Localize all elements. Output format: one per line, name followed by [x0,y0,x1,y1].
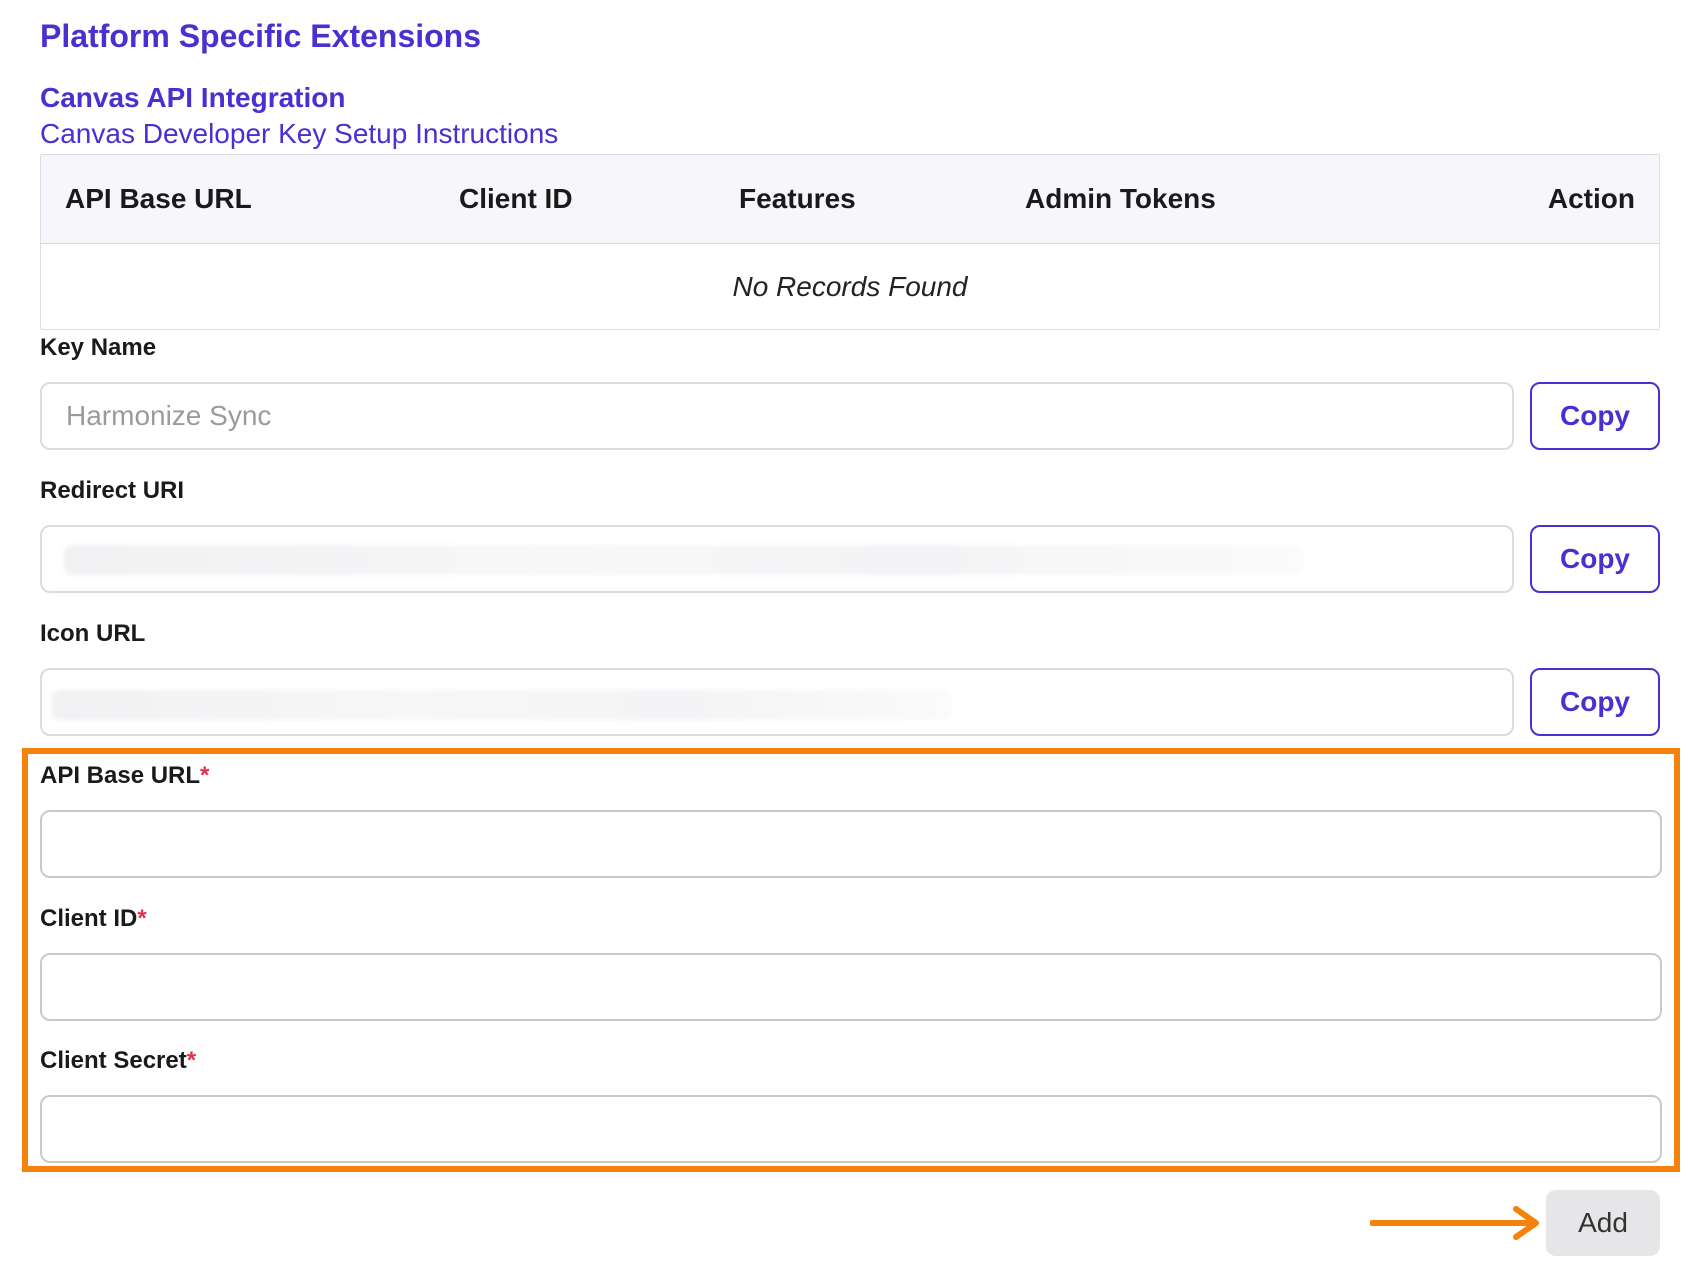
icon-url-label: Icon URL [40,620,146,647]
icon-url-input[interactable] [40,668,1514,736]
key-name-label: Key Name [40,334,157,361]
redacted-value [64,545,1304,575]
empty-state-message: No Records Found [732,271,968,302]
redacted-value [52,690,952,720]
column-header-action: Action [1547,183,1635,214]
copy-key-name-button[interactable]: Copy [1530,382,1660,450]
column-header-features: Features [739,183,856,214]
column-header-api-base-url: API Base URL [65,183,252,214]
setup-instructions-link[interactable]: Canvas Developer Key Setup Instructions [40,118,558,150]
redirect-uri-input[interactable] [40,525,1514,593]
key-name-input[interactable] [40,382,1514,450]
redirect-uri-label: Redirect URI [40,477,185,504]
section-title: Platform Specific Extensions [40,18,482,54]
copy-icon-url-button[interactable]: Copy [1530,668,1660,736]
arrow-right-icon [1370,1206,1539,1240]
column-header-admin-tokens: Admin Tokens [1025,183,1216,214]
copy-redirect-uri-button[interactable]: Copy [1530,525,1660,593]
integration-title: Canvas API Integration [40,82,346,113]
table-header: API Base URL Client ID Features Admin To… [41,155,1659,244]
add-button[interactable]: Add [1546,1190,1660,1256]
keys-table: API Base URL Client ID Features Admin To… [40,154,1660,330]
column-header-client-id: Client ID [459,183,573,214]
highlight-box [22,748,1680,1172]
